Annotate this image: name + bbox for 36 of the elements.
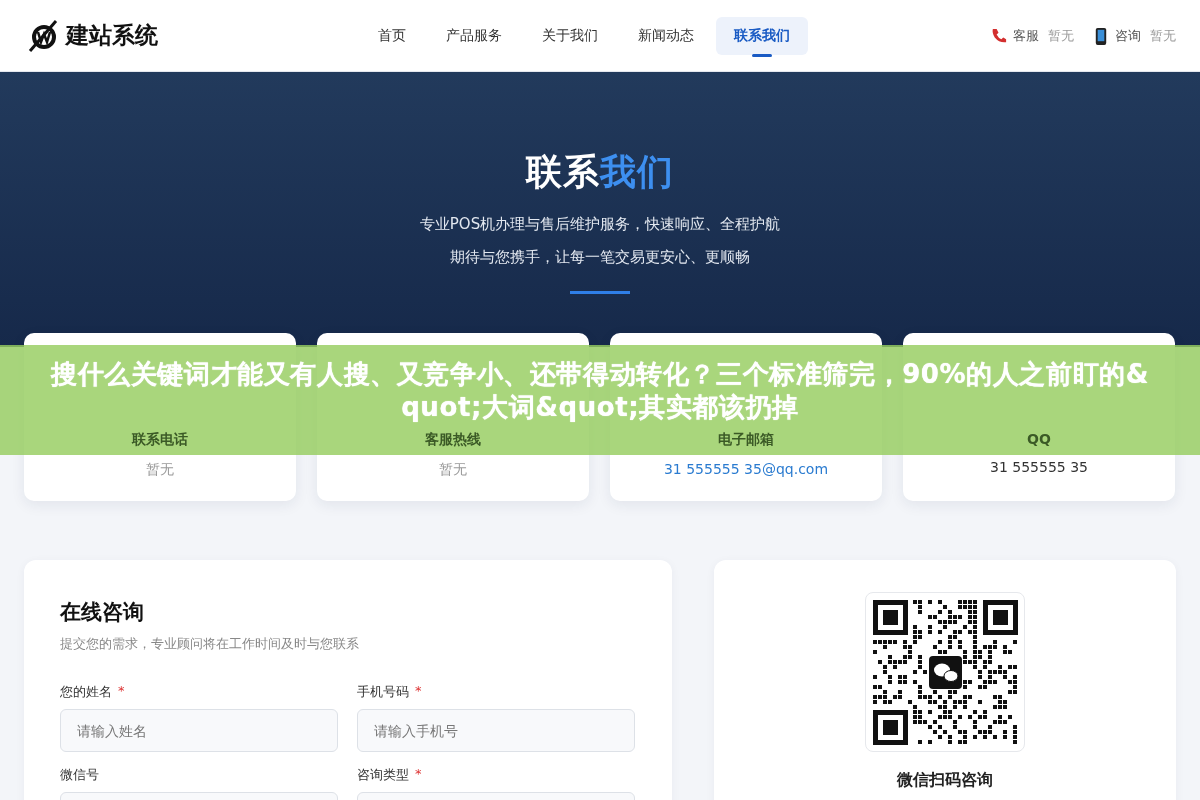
card-value: 暂无 bbox=[146, 461, 174, 479]
nav-link[interactable]: 首页 bbox=[360, 16, 424, 55]
card-value: 31 555555 35 bbox=[990, 459, 1088, 475]
card-title: 联系电话 bbox=[132, 431, 188, 449]
hero-title: 联系我们 bbox=[526, 150, 674, 194]
qr-title: 微信扫码咨询 bbox=[897, 770, 993, 791]
required-mark: * bbox=[118, 683, 125, 700]
email-link[interactable]: 31 555555 35@qq.com bbox=[663, 461, 829, 477]
card-title: 客服热线 bbox=[425, 431, 481, 449]
form-title: 在线咨询 bbox=[60, 599, 145, 626]
nav-link[interactable]: 关于我们 bbox=[524, 16, 616, 55]
contact-value: 暂无 bbox=[1150, 26, 1176, 45]
nav-link[interactable]: 新闻动态 bbox=[620, 16, 712, 55]
banner-headline: 搜什么关键词才能又有人搜、又竞争小、还带得动转化？三个标准筛完，90%的人之前盯的&quot;大词&quot;其实都该扔掉 bbox=[49, 358, 1151, 424]
form-subtitle: 提交您的需求，专业顾问将在工作时间及时与您联系 bbox=[60, 636, 360, 653]
field-label: 咨询类型 bbox=[357, 766, 409, 784]
phone-icon bbox=[990, 26, 1008, 45]
contact-label: 客服 bbox=[1013, 26, 1039, 45]
required-mark: * bbox=[415, 683, 422, 700]
contact-value: 暂无 bbox=[1048, 26, 1074, 45]
logo-text: 建站系统 bbox=[66, 21, 158, 50]
nav-link[interactable]: 产品服务 bbox=[428, 16, 520, 55]
required-mark: * bbox=[415, 766, 422, 783]
field-label: 手机号码 bbox=[357, 683, 409, 701]
card-title: 电子邮箱 bbox=[718, 431, 774, 449]
card-title: QQ bbox=[1027, 431, 1051, 447]
field-label: 您的姓名 bbox=[60, 683, 112, 701]
hero-text: 专业POS机办理与售后维护服务，快速响应、全程护航 bbox=[419, 215, 781, 234]
input-field[interactable]: 请输入手机号 bbox=[357, 709, 635, 752]
contact-label: 咨询 bbox=[1115, 26, 1141, 45]
input-field[interactable]: 请输入姓名 bbox=[60, 709, 338, 752]
field-label: 微信号 bbox=[60, 766, 99, 784]
accent-line bbox=[570, 291, 630, 294]
hero-text: 期待与您携手，让每一笔交易更安心、更顺畅 bbox=[450, 248, 750, 267]
card-value: 暂无 bbox=[439, 461, 467, 479]
nav-link[interactable]: 联系我们 bbox=[716, 16, 808, 55]
